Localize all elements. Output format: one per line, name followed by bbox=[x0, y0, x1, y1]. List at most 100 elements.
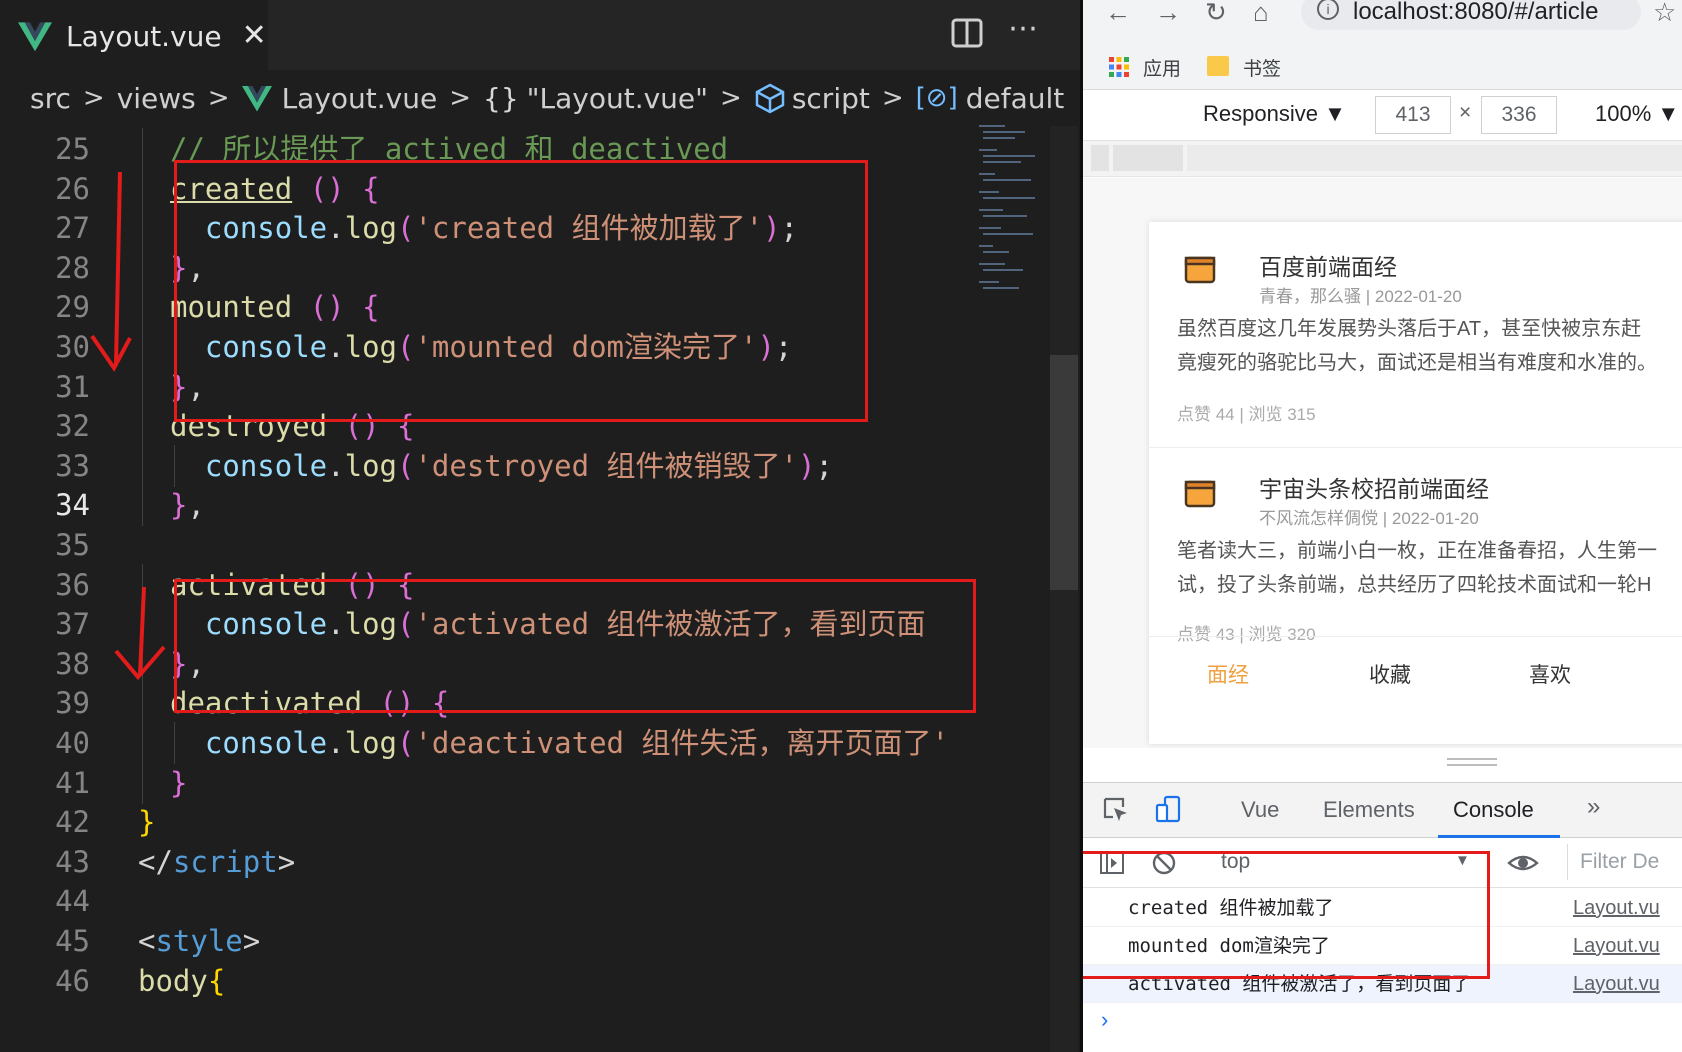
code-line[interactable]: 34}, bbox=[0, 484, 1080, 527]
address-url[interactable]: localhost:8080/#/article bbox=[1353, 0, 1598, 27]
indent-guide bbox=[142, 682, 143, 725]
code-text: console.log('deactivated 组件失活，离开页面了' bbox=[170, 722, 949, 764]
line-number: 37 bbox=[55, 607, 90, 642]
times-icon: × bbox=[1459, 101, 1472, 124]
back-arrow-icon[interactable]: ← bbox=[1105, 0, 1131, 25]
minimap[interactable] bbox=[975, 120, 1045, 320]
breadcrumb-src[interactable]: src bbox=[30, 82, 71, 115]
line-number: 44 bbox=[55, 884, 90, 919]
code-text: } bbox=[170, 762, 187, 804]
indent-guide bbox=[142, 286, 143, 329]
code-token: log bbox=[344, 726, 397, 760]
code-token: { bbox=[207, 963, 226, 998]
arrow-down-icon bbox=[114, 586, 166, 681]
breadcrumb-component[interactable]: "Layout.vue" bbox=[527, 82, 708, 115]
code-text: }, bbox=[170, 484, 205, 526]
line-number: 36 bbox=[55, 567, 90, 602]
inspect-element-icon[interactable] bbox=[1101, 795, 1129, 823]
code-text: body{ bbox=[138, 960, 225, 1002]
device-toggle-icon[interactable] bbox=[1155, 795, 1183, 823]
more-actions-icon[interactable]: ⋯ bbox=[1008, 14, 1040, 44]
code-line[interactable]: 46 body{ bbox=[0, 960, 1080, 1002]
app-tab-mianjing[interactable]: 面经 bbox=[1207, 659, 1249, 689]
device-width-input[interactable]: 413 bbox=[1375, 96, 1451, 134]
code-token: } bbox=[170, 488, 188, 523]
editor-tab-layout-vue[interactable]: Layout.vue ✕ bbox=[0, 0, 268, 70]
code-line[interactable]: 41} bbox=[0, 761, 1080, 804]
article-title[interactable]: 宇宙头条校招前端面经 bbox=[1259, 470, 1489, 504]
code-token: console bbox=[204, 726, 328, 760]
home-icon[interactable]: ⌂ bbox=[1253, 0, 1269, 25]
article-excerpt: 竟瘦死的骆驼比马大，面试还是相当有难度和水准的。 bbox=[1177, 352, 1657, 374]
article-card: 百度前端面经 青春，那么骚 | 2022-01-20 虽然百度这几年发展势头落后… bbox=[1149, 222, 1682, 744]
chevron-right-icon: > bbox=[720, 83, 742, 113]
more-tabs-icon[interactable]: » bbox=[1587, 793, 1600, 821]
device-height-input[interactable]: 336 bbox=[1481, 96, 1557, 134]
code-line[interactable]: 35 bbox=[0, 524, 1080, 566]
bookmark-star-icon[interactable]: ☆ bbox=[1653, 0, 1676, 25]
indent-guide bbox=[142, 246, 143, 289]
breadcrumb-file[interactable]: Layout.vue bbox=[282, 82, 438, 115]
line-number: 27 bbox=[55, 211, 90, 246]
line-number: 42 bbox=[55, 805, 90, 840]
eye-icon[interactable] bbox=[1507, 850, 1539, 876]
code-token: script bbox=[172, 844, 278, 879]
apps-grid-icon[interactable] bbox=[1108, 56, 1130, 78]
folder-icon[interactable] bbox=[1207, 56, 1229, 76]
forward-arrow-icon[interactable]: → bbox=[1155, 0, 1181, 25]
article-stats: 点赞 44 | 浏览 315 bbox=[1177, 405, 1316, 424]
ruler-segment bbox=[1187, 145, 1682, 171]
app-tab-likes[interactable]: 喜欢 bbox=[1529, 659, 1571, 689]
bookmark-folder[interactable]: 书签 bbox=[1243, 54, 1281, 81]
code-line[interactable]: 42} bbox=[0, 801, 1080, 843]
devtools-resize-handle[interactable] bbox=[1447, 758, 1497, 766]
line-number: 29 bbox=[55, 290, 90, 325]
code-text: console.log('destroyed 组件被销毁了'); bbox=[170, 445, 833, 487]
line-number: 45 bbox=[55, 924, 90, 958]
device-mode-select[interactable]: Responsive ▼ bbox=[1203, 101, 1346, 127]
zoom-select[interactable]: 100% ▼ bbox=[1595, 101, 1679, 127]
devtools-tab-console[interactable]: Console bbox=[1453, 797, 1534, 823]
article-excerpt: 笔者读大三，前端小白一枚，正在准备春招，人生第一 bbox=[1177, 540, 1657, 562]
breadcrumb-script[interactable]: script bbox=[792, 82, 870, 115]
code-editor: Layout.vue ✕ ⋯ src > views > Layout.vue … bbox=[0, 0, 1080, 1052]
devtools-tab-vue[interactable]: Vue bbox=[1241, 797, 1279, 823]
close-icon[interactable]: ✕ bbox=[242, 21, 267, 51]
split-editor-icon[interactable] bbox=[950, 16, 984, 50]
media-query-ruler[interactable] bbox=[1083, 141, 1682, 177]
console-prompt[interactable]: › bbox=[1101, 1007, 1108, 1033]
code-line[interactable]: 45 <style> bbox=[0, 920, 1080, 962]
article-excerpt: 试，投了头条前端，总共经历了四轮技术面试和一轮H bbox=[1177, 574, 1652, 596]
article-item[interactable]: 百度前端面经 青春，那么骚 | 2022-01-20 虽然百度这几年发展势头落后… bbox=[1149, 222, 1682, 447]
code-token: > bbox=[242, 924, 261, 958]
line-number: 30 bbox=[55, 330, 90, 364]
console-source-link[interactable]: Layout.vu bbox=[1573, 965, 1660, 1003]
console-source-link[interactable]: Layout.vu bbox=[1573, 927, 1660, 965]
code-token: 'destroyed 组件被销毁了' bbox=[414, 448, 798, 483]
editor-scrollbar-thumb[interactable] bbox=[1050, 355, 1078, 590]
article-meta: 青春，那么骚 | 2022-01-20 bbox=[1259, 287, 1462, 306]
indent-guide bbox=[142, 722, 143, 764]
reload-icon[interactable]: ↻ bbox=[1205, 0, 1227, 25]
line-number: 38 bbox=[55, 646, 90, 681]
line-number: 34 bbox=[55, 488, 90, 523]
code-token: < bbox=[138, 924, 156, 958]
code-line[interactable]: 44 bbox=[0, 880, 1080, 922]
console-source-link[interactable]: Layout.vu bbox=[1573, 889, 1660, 927]
devtools-tab-elements[interactable]: Elements bbox=[1323, 797, 1415, 823]
article-title[interactable]: 百度前端面经 bbox=[1259, 248, 1397, 282]
code-line[interactable]: 43 </script> bbox=[0, 841, 1080, 883]
code-line[interactable]: 40 console.log('deactivated 组件失活，离开页面了' bbox=[0, 722, 1080, 764]
breadcrumb-default[interactable]: default bbox=[966, 82, 1065, 115]
bookmark-apps[interactable]: 应用 bbox=[1143, 54, 1181, 81]
line-number: 41 bbox=[55, 765, 90, 800]
console-filter-input[interactable]: Filter De bbox=[1567, 844, 1682, 880]
breadcrumb-views[interactable]: views bbox=[117, 82, 196, 115]
code-line[interactable]: 33 console.log('destroyed 组件被销毁了'); bbox=[0, 444, 1080, 487]
article-icon bbox=[1184, 256, 1216, 284]
ruler-segment bbox=[1113, 145, 1183, 171]
app-tab-favorites[interactable]: 收藏 bbox=[1369, 659, 1411, 689]
article-excerpt: 虽然百度这几年发展势头落后于AT，甚至快被京东赶 bbox=[1177, 318, 1642, 340]
annotation-box-created-mounted bbox=[174, 160, 868, 422]
